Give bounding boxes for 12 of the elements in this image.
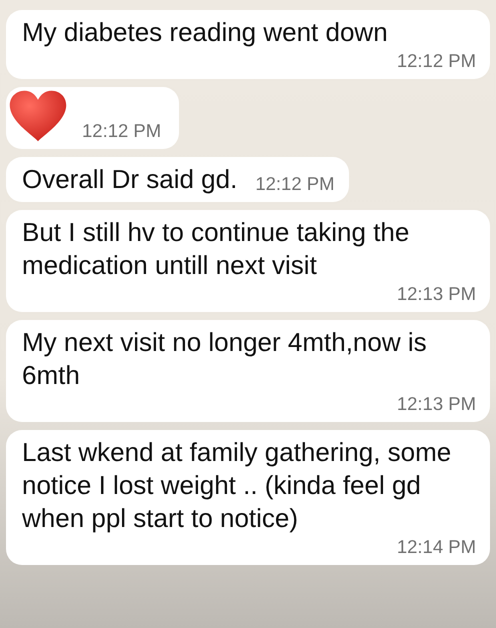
message-text: Overall Dr said gd. [22, 163, 238, 196]
message-text: But I still hv to continue taking the medication untill next visit [22, 216, 410, 282]
message-time: 12:14 PM [396, 535, 476, 559]
message-time: 12:13 PM [396, 282, 476, 306]
message-text: My next visit no longer 4mth,now is 6mth [22, 326, 428, 392]
heart-icon [8, 89, 68, 143]
message-time: 12:12 PM [255, 172, 334, 196]
message-time: 12:12 PM [396, 49, 476, 73]
message-text: Last wkend at family gathering, some notice I lost weight .. (kinda feel gd when ppl start to notice) [22, 436, 452, 535]
message-time: 12:12 PM [82, 119, 162, 143]
message-time: 12:13 PM [396, 392, 476, 416]
message-text: My diabetes reading went down [22, 16, 388, 49]
